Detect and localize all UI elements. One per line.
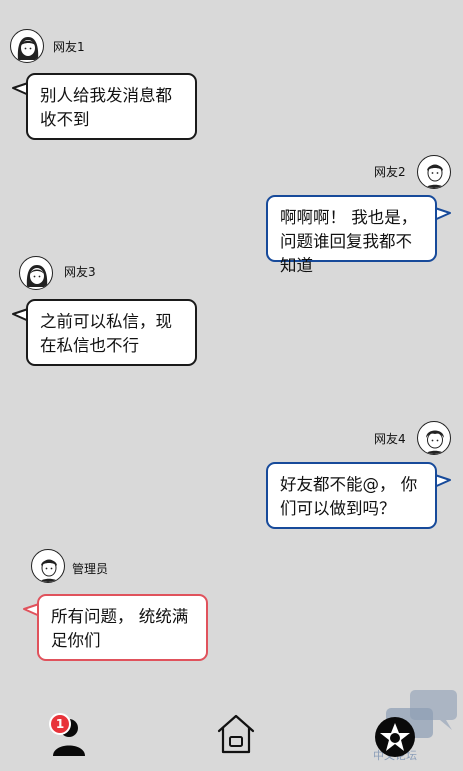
avatar-user4[interactable] bbox=[417, 421, 451, 455]
username-1: 网友1 bbox=[53, 40, 85, 54]
home-icon[interactable] bbox=[216, 713, 256, 755]
username-3: 网友3 bbox=[64, 265, 96, 279]
message-bubble-2: 啊啊啊！ 我也是， 问题谁回复我都不知道 bbox=[266, 195, 437, 275]
message-bubble-1: 别人给我发消息都收不到 bbox=[26, 73, 197, 140]
avatar-user1[interactable] bbox=[10, 29, 44, 63]
username-4: 网友4 bbox=[374, 432, 406, 446]
avatar-user3[interactable] bbox=[19, 256, 53, 290]
chat-area: 网友1 别人给我发消息都收不到 网友2 啊啊啊！ 我也是， 问题谁回复我都不知道… bbox=[0, 0, 463, 700]
message-bubble-5: 所有问题， 统统满足你们 bbox=[37, 594, 208, 661]
username-2: 网友2 bbox=[374, 165, 406, 179]
avatar-user2[interactable] bbox=[417, 155, 451, 189]
message-bubble-4: 好友都不能@， 你们可以做到吗？ bbox=[266, 462, 437, 529]
avatar-admin[interactable] bbox=[31, 549, 65, 583]
message-bubble-3: 之前可以私信，现在私信也不行 bbox=[26, 299, 197, 366]
username-admin: 管理员 bbox=[72, 562, 109, 576]
notification-badge: 1 bbox=[49, 713, 71, 735]
star-icon[interactable] bbox=[374, 716, 416, 758]
